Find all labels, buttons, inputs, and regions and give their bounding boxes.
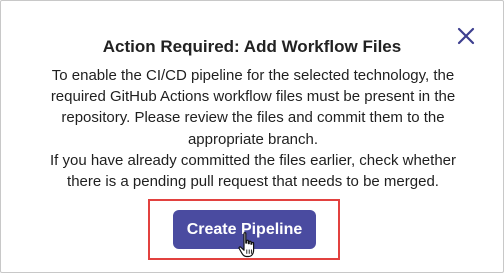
close-button[interactable]	[455, 25, 477, 47]
dialog-title: Action Required: Add Workflow Files	[102, 37, 402, 56]
message-paragraph-pull-request: If you have already committed the files …	[49, 151, 457, 191]
message-paragraph-commit: To enable the CI/CD pipeline for the sel…	[50, 67, 456, 148]
create-pipeline-button[interactable]: Create Pipeline	[173, 210, 316, 249]
close-icon	[457, 27, 475, 45]
workflow-files-dialog: Action Required: Add Workflow Files To e…	[0, 0, 504, 273]
dialog-message: To enable the CI/CD pipeline for the sel…	[37, 65, 469, 192]
